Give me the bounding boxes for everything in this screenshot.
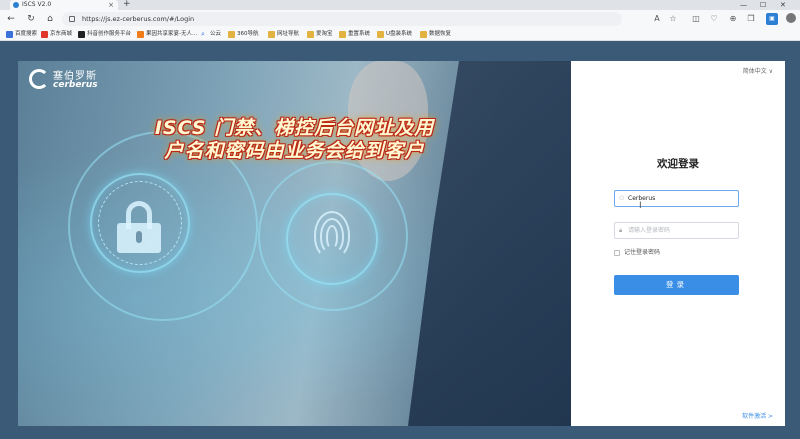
bookmark-item[interactable]: 数据恢复	[420, 30, 451, 39]
cerberus-logo-icon	[29, 69, 49, 89]
language-selector[interactable]: 简体中文 ∨	[743, 66, 773, 75]
username-field[interactable]: ⚇ Cerberus	[614, 190, 739, 207]
login-button[interactable]: 登录	[614, 275, 739, 295]
site-favicon-icon	[13, 2, 19, 8]
bookmark-label: 爱淘宝	[316, 31, 333, 37]
split-screen-icon[interactable]: ◫	[690, 13, 702, 25]
bookmark-label: U盘装系统	[386, 31, 413, 37]
bookmark-item[interactable]: 百度搜索	[6, 30, 37, 39]
extension-blue-icon[interactable]: ▣	[766, 13, 778, 25]
bookmark-item[interactable]: U盘装系统	[377, 30, 412, 39]
url-text: https://js.ez-cerberus.com/#/Login	[82, 15, 195, 23]
bookmark-item[interactable]: 果因共享家宴-无人...	[137, 30, 197, 39]
refresh-button[interactable]: ↻	[24, 12, 38, 26]
info-banner: ISCS 门禁、梯控后台网址及用 户名和密码由业务会给到客户	[18, 117, 571, 163]
bookmark-label: 抖音创作服务平台	[87, 31, 132, 37]
lock-icon: 🔒︎	[619, 227, 623, 234]
bookmark-item[interactable]: 抖音创作服务平台	[78, 30, 131, 39]
logo-english-text: cerberus	[53, 80, 98, 90]
extensions-icon[interactable]: ⊕	[727, 13, 739, 25]
back-button[interactable]: ←	[4, 12, 18, 26]
bookmark-item[interactable]: 京东商城	[41, 30, 72, 39]
lock-icon	[69, 16, 75, 22]
gmail-icon	[137, 31, 144, 38]
password-placeholder: 请输入登录密码	[628, 227, 671, 234]
remember-label: 记住登录密码	[624, 249, 661, 256]
bookmark-label: 网址导航	[277, 31, 300, 37]
maximize-button[interactable]: ☐	[760, 0, 766, 10]
bookmark-label: 果因共享家宴-无人...	[146, 31, 198, 37]
tab-close-icon[interactable]: ×	[108, 0, 114, 10]
folder-icon	[420, 31, 427, 38]
cerberus-logo: 塞伯罗斯 cerberus	[29, 67, 149, 95]
profile-avatar[interactable]	[786, 13, 796, 23]
home-button[interactable]: ⌂	[43, 12, 57, 26]
remember-checkbox[interactable]	[614, 250, 620, 256]
bookmark-label: 重置系统	[348, 31, 371, 37]
bookmark-label: 公云	[210, 31, 222, 37]
bookmark-item[interactable]: 网址导航	[268, 30, 299, 39]
bookmark-label: 数据恢复	[429, 31, 452, 37]
folder-icon	[377, 31, 384, 38]
bookmark-item[interactable]: ⌕ 公云	[201, 30, 221, 39]
software-activation-link[interactable]: 软件激活 >	[742, 411, 773, 420]
jd-icon	[41, 31, 48, 38]
browser-toolbar: ← ↻ ⌂ https://js.ez-cerberus.com/#/Login…	[0, 10, 800, 28]
folder-icon	[307, 31, 314, 38]
person-silhouette	[408, 61, 571, 426]
folder-icon	[268, 31, 275, 38]
bookmark-item[interactable]: 爱淘宝	[307, 30, 333, 39]
close-window-button[interactable]: ✕	[780, 0, 786, 10]
folder-icon	[228, 31, 235, 38]
password-field[interactable]: 🔒︎ 请输入登录密码	[614, 222, 739, 239]
bookmark-label: 百度搜索	[15, 31, 38, 37]
user-icon: ⚇	[619, 195, 625, 202]
tab-title: ISCS V2.0	[22, 1, 52, 8]
bookmark-label: 京东商城	[50, 31, 73, 37]
banner-line-2: 户名和密码由业务会给到客户	[164, 140, 425, 162]
favorites-icon[interactable]: ♡	[708, 13, 720, 25]
collections-icon[interactable]: ❒	[745, 13, 757, 25]
read-aloud-icon[interactable]: A	[651, 13, 663, 25]
remember-password-option[interactable]: 记住登录密码	[614, 249, 660, 257]
bookmark-item[interactable]: 重置系统	[339, 30, 370, 39]
tab-bar: ISCS V2.0 × + — ☐ ✕	[0, 0, 800, 10]
favorite-icon[interactable]: ☆	[667, 13, 679, 25]
search-icon: ⌕	[201, 30, 205, 38]
tiktok-icon	[78, 31, 85, 38]
login-page: 塞伯罗斯 cerberus ISCS 门禁、梯控后台网址及用 户名和密码由业务会…	[18, 61, 785, 426]
folder-icon	[339, 31, 346, 38]
folder-icon	[6, 31, 13, 38]
address-bar[interactable]: https://js.ez-cerberus.com/#/Login	[62, 12, 622, 26]
banner-line-1: ISCS 门禁、梯控后台网址及用	[154, 117, 435, 139]
hero-image: 塞伯罗斯 cerberus ISCS 门禁、梯控后台网址及用 户名和密码由业务会…	[18, 61, 571, 426]
bookmark-item[interactable]: 360导航	[228, 30, 259, 39]
login-panel: 简体中文 ∨ 欢迎登录 ⚇ Cerberus I 🔒︎ 请输入登录密码 记住登录…	[571, 61, 785, 426]
minimize-button[interactable]: —	[740, 0, 747, 10]
new-tab-button[interactable]: +	[123, 0, 131, 9]
browser-tab[interactable]: ISCS V2.0 ×	[10, 0, 118, 10]
bookmarks-bar: 百度搜索 京东商城 抖音创作服务平台 果因共享家宴-无人... ⌕ 公云 360导…	[0, 28, 800, 41]
padlock-icon	[117, 201, 161, 253]
fingerprint-icon	[326, 225, 338, 249]
bookmark-label: 360导航	[237, 31, 259, 37]
login-title: 欢迎登录	[657, 158, 699, 170]
text-cursor-icon: I	[639, 201, 642, 211]
